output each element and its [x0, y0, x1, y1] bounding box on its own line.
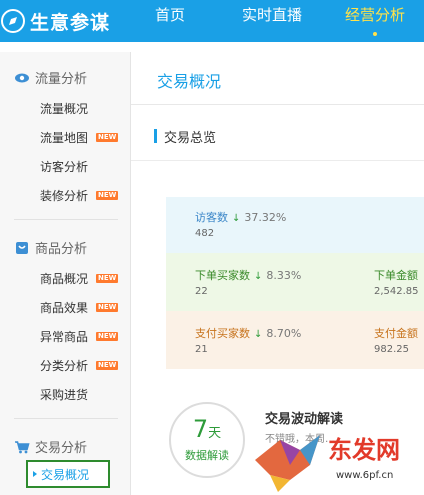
sidebar-item-label: 商品概况 [40, 272, 89, 286]
metric-change: 37.32% [244, 211, 287, 224]
sidebar-group-label: 流量分析 [35, 72, 88, 87]
sidebar-item-label: 访客分析 [40, 160, 89, 174]
sidebar-divider [14, 219, 118, 220]
watermark-text: 东发网 [328, 436, 400, 464]
top-navbar: 生意参谋 首页 实时直播 经营分析 [0, 0, 424, 42]
eye-icon [15, 73, 29, 82]
metric-value: 2,542.85 [374, 286, 419, 297]
sidebar: 流量分析 流量概况 流量地图 NEW 访客分析 装修分析 NEW 商品分析 商品… [0, 52, 131, 495]
page-title: 交易概况 [157, 72, 222, 91]
sidebar-item-label: 分类分析 [40, 359, 89, 373]
nav-business-analysis[interactable]: 经营分析 [345, 0, 405, 44]
new-badge: NEW [96, 191, 119, 200]
watermark-url: www.6pf.cn [336, 470, 393, 481]
sidebar-item-label: 商品效果 [40, 301, 89, 315]
metric-label: 支付金额 [374, 327, 418, 340]
compass-icon [1, 9, 25, 33]
sidebar-item-decoration-analysis[interactable]: 装修分析 NEW [40, 187, 119, 204]
metric-band-orders: 下单买家数 ↓ 8.33% 22 下单金额 2,542.85 [166, 253, 424, 311]
metric-paying-buyers[interactable]: 支付买家数 ↓ 8.70% 21 [195, 325, 301, 355]
metric-payment-amount[interactable]: 支付金额 982.25 [374, 325, 418, 355]
sidebar-item-visitor-analysis[interactable]: 访客分析 [40, 158, 88, 175]
sidebar-item-label: 交易概况 [41, 467, 90, 482]
sidebar-item-label: 异常商品 [40, 330, 89, 344]
metric-order-buyers[interactable]: 下单买家数 ↓ 8.33% 22 [195, 267, 301, 297]
nav-business-analysis-label: 经营分析 [345, 6, 406, 24]
sidebar-group-product[interactable]: 商品分析 [14, 238, 87, 257]
metric-value: 482 [195, 228, 215, 239]
sidebar-group-trade[interactable]: 交易分析 [14, 437, 87, 456]
metric-label: 支付买家数 [195, 327, 250, 340]
new-badge: NEW [96, 274, 119, 283]
down-arrow-icon: ↓ [254, 271, 263, 282]
cart-icon [15, 440, 30, 453]
data-interpretation-badge[interactable]: 7天 数据解读 [169, 402, 245, 478]
sidebar-group-label: 交易分析 [35, 441, 88, 456]
section-accent-bar [154, 129, 157, 143]
metric-value: 22 [195, 286, 208, 297]
down-arrow-icon: ↓ [232, 213, 241, 224]
sidebar-group-traffic[interactable]: 流量分析 [14, 68, 87, 87]
metric-value: 982.25 [374, 344, 409, 355]
active-indicator-dot [373, 32, 377, 36]
app-logo[interactable]: 生意参谋 [0, 0, 110, 42]
metric-value: 21 [195, 344, 208, 355]
app-name: 生意参谋 [30, 11, 111, 34]
caret-right-icon [33, 471, 37, 477]
nav-home[interactable]: 首页 [155, 0, 185, 44]
sidebar-item-category-analysis[interactable]: 分类分析 NEW [40, 357, 119, 374]
metric-label: 访客数 [195, 211, 228, 224]
sidebar-item-traffic-overview[interactable]: 流量概况 [40, 100, 88, 117]
metric-order-amount[interactable]: 下单金额 2,542.85 [374, 267, 419, 297]
new-badge: NEW [96, 133, 119, 142]
sidebar-item-label: 流量概况 [40, 102, 89, 116]
sidebar-item-traffic-map[interactable]: 流量地图 NEW [40, 129, 119, 146]
new-badge: NEW [96, 303, 119, 312]
metric-label: 下单买家数 [195, 269, 250, 282]
section-divider [131, 160, 424, 161]
interpretation-days: 7天 [192, 415, 222, 443]
sidebar-item-trade-overview[interactable]: 交易概况 [26, 460, 110, 488]
new-badge: NEW [96, 361, 119, 370]
metric-label: 下单金额 [374, 269, 418, 282]
sidebar-group-label: 商品分析 [35, 242, 88, 257]
sidebar-item-product-effect[interactable]: 商品效果 NEW [40, 299, 119, 316]
sidebar-item-purchasing[interactable]: 采购进货 [40, 386, 88, 403]
nav-live[interactable]: 实时直播 [242, 0, 302, 44]
metric-change: 8.70% [266, 327, 302, 340]
bag-icon [16, 241, 28, 254]
sidebar-divider [14, 418, 118, 419]
metric-band-visitors: 访客数 ↓ 37.32% 482 [166, 197, 424, 253]
metric-band-payments: 支付买家数 ↓ 8.70% 21 支付金额 982.25 [166, 311, 424, 369]
interpretation-caption: 数据解读 [185, 449, 229, 462]
sidebar-item-label: 流量地图 [40, 131, 89, 145]
sidebar-item-product-overview[interactable]: 商品概况 NEW [40, 270, 119, 287]
down-arrow-icon: ↓ [254, 329, 263, 340]
metric-change: 8.33% [266, 269, 302, 282]
sidebar-item-label: 装修分析 [40, 189, 89, 203]
sidebar-item-label: 采购进货 [40, 388, 89, 402]
new-badge: NEW [96, 332, 119, 341]
sidebar-item-abnormal-product[interactable]: 异常商品 NEW [40, 328, 119, 345]
metric-visitors[interactable]: 访客数 ↓ 37.32% 482 [195, 209, 286, 239]
watermark-logo: 东发网 www.6pf.cn [255, 435, 400, 492]
title-divider [131, 104, 424, 105]
section-title: 交易总览 [164, 131, 217, 146]
